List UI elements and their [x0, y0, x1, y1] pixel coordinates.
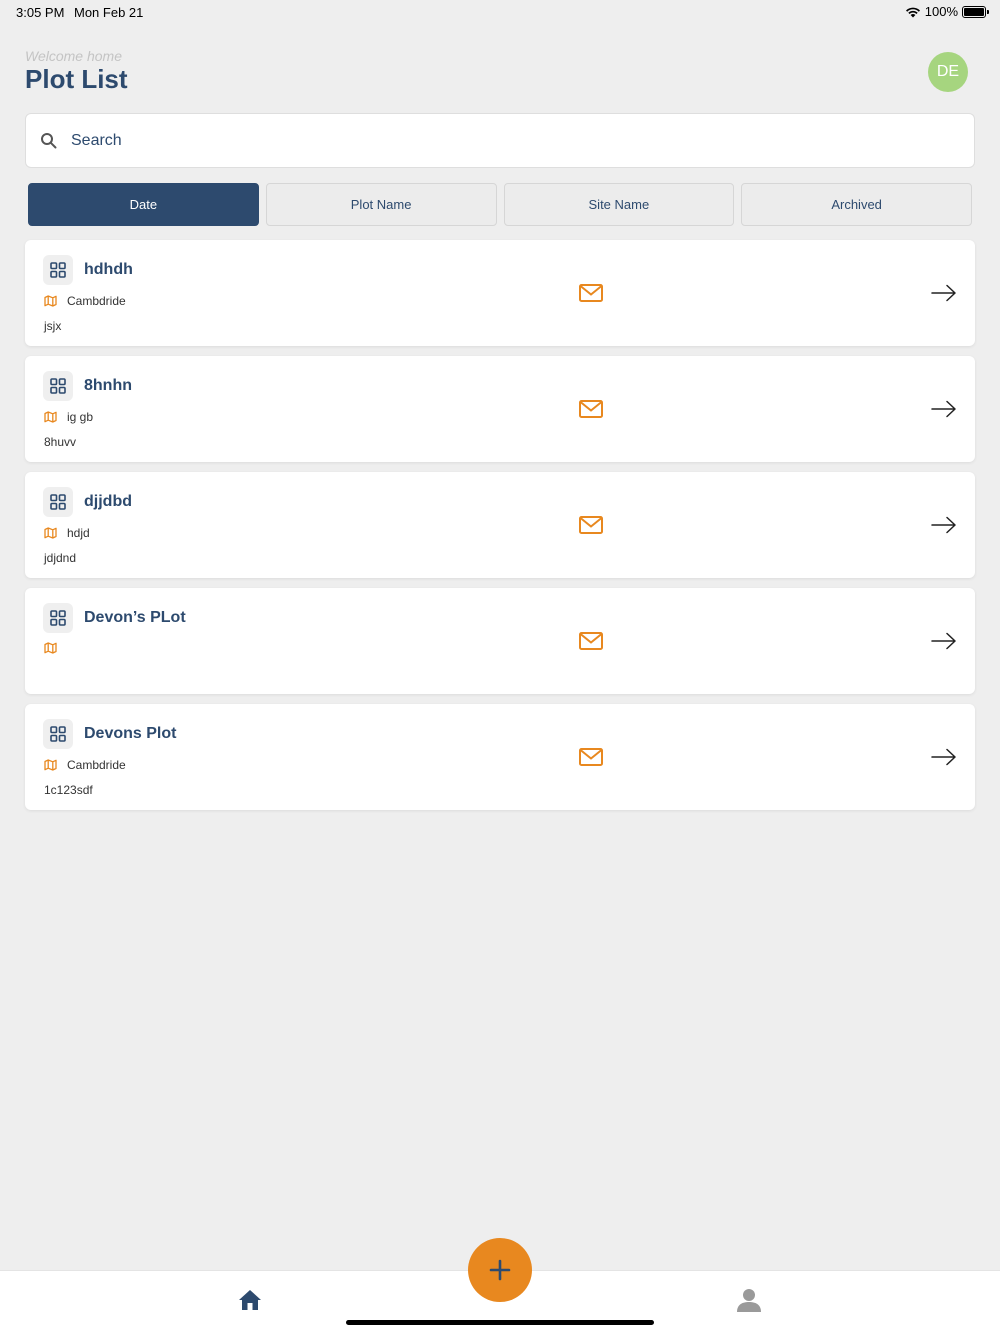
plot-card[interactable]: 8hnhn ig gb 8huvv — [25, 356, 975, 462]
search-bar[interactable] — [25, 113, 975, 168]
grid-icon — [43, 371, 73, 401]
plot-name: Devons Plot — [84, 725, 177, 742]
arrow-right-icon[interactable] — [931, 400, 957, 418]
grid-icon — [43, 487, 73, 517]
map-icon — [44, 411, 57, 423]
site-row: Cambdride — [44, 294, 126, 308]
mail-icon[interactable] — [578, 630, 604, 652]
site-row — [44, 642, 67, 654]
arrow-right-icon[interactable] — [931, 748, 957, 766]
map-icon — [44, 527, 57, 539]
site-row: Cambdride — [44, 758, 126, 772]
battery-icon — [962, 5, 989, 18]
site-name: hdjd — [67, 526, 90, 540]
grid-icon — [43, 255, 73, 285]
tab-site-name[interactable]: Site Name — [503, 183, 735, 226]
home-icon[interactable] — [237, 1288, 263, 1312]
user-icon[interactable] — [736, 1287, 762, 1313]
site-name: Cambdride — [67, 294, 126, 308]
plot-ref: jdjdnd — [44, 551, 77, 565]
plot-card[interactable]: Devon’s PLot — [25, 588, 975, 694]
plot-ref: 1c123sdf — [44, 783, 93, 797]
plot-name: djjdbd — [84, 493, 132, 510]
grid-icon — [43, 719, 73, 749]
welcome-text: Welcome home — [25, 48, 123, 64]
plus-icon — [489, 1259, 511, 1281]
status-time: 3:05 PM — [16, 5, 65, 20]
status-right: 100% — [905, 4, 989, 19]
tab-plot-name[interactable]: Plot Name — [265, 183, 497, 226]
search-input[interactable] — [71, 131, 931, 150]
map-icon — [44, 295, 57, 307]
plot-ref: 8huvv — [44, 435, 77, 449]
mail-icon[interactable] — [578, 398, 604, 420]
arrow-right-icon[interactable] — [931, 284, 957, 302]
plot-ref: jsjx — [44, 319, 62, 333]
plot-list: hdhdh Cambdride jsjx 8hnhn ig gb 8huvv d… — [25, 240, 975, 820]
arrow-right-icon[interactable] — [931, 632, 957, 650]
site-name: Cambdride — [67, 758, 126, 772]
site-name: ig gb — [67, 410, 94, 424]
grid-icon — [43, 603, 73, 633]
wifi-icon — [905, 7, 920, 17]
status-date: Mon Feb 21 — [74, 5, 144, 20]
home-indicator — [346, 1320, 654, 1325]
map-icon — [44, 642, 57, 654]
map-icon — [44, 759, 57, 771]
plot-name: hdhdh — [84, 261, 133, 278]
avatar[interactable]: DE — [928, 52, 968, 92]
plot-name: 8hnhn — [84, 377, 132, 394]
add-plot-button[interactable] — [468, 1238, 532, 1302]
plot-name: Devon’s PLot — [84, 609, 186, 626]
page-title: Plot List — [25, 64, 128, 94]
site-row: hdjd — [44, 526, 90, 540]
arrow-right-icon[interactable] — [931, 516, 957, 534]
battery-percent: 100% — [924, 4, 958, 19]
status-bar: 3:05 PM Mon Feb 21 100% — [0, 0, 1000, 24]
plot-card[interactable]: djjdbd hdjd jdjdnd — [25, 472, 975, 578]
mail-icon[interactable] — [578, 746, 604, 768]
tab-archived[interactable]: Archived — [741, 183, 972, 226]
plot-card[interactable]: hdhdh Cambdride jsjx — [25, 240, 975, 346]
mail-icon[interactable] — [578, 282, 604, 304]
sort-tabs: Date Plot Name Site Name Archived — [28, 183, 972, 226]
search-icon — [41, 132, 57, 148]
mail-icon[interactable] — [578, 514, 604, 536]
plot-card[interactable]: Devons Plot Cambdride 1c123sdf — [25, 704, 975, 810]
tab-date[interactable]: Date — [28, 183, 259, 226]
site-row: ig gb — [44, 410, 93, 424]
